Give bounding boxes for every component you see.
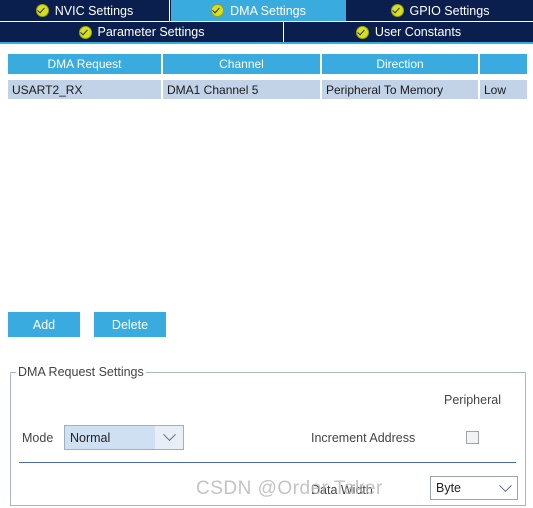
dma-request-table: DMA Request Channel Direction USART2_RX …	[8, 54, 527, 304]
cell-priority: Low	[484, 82, 507, 97]
data-width-select-value: Byte	[436, 481, 462, 495]
tab-user-constants[interactable]: User Constants	[284, 22, 533, 42]
mode-label: Mode	[22, 431, 54, 445]
tabbar-spacer	[0, 44, 533, 54]
tab-nvic-settings[interactable]: NVIC Settings	[0, 0, 170, 21]
cell-dma-request: USART2_RX	[8, 80, 163, 99]
table-header-row: DMA Request Channel Direction	[8, 54, 527, 74]
data-width-label: Data Width	[311, 483, 373, 497]
tab-label: NVIC Settings	[54, 3, 134, 18]
tab-label: GPIO Settings	[409, 3, 490, 18]
chevron-down-icon	[155, 426, 183, 449]
tab-label: User Constants	[374, 25, 462, 39]
tab-label: Parameter Settings	[97, 25, 205, 39]
column-header-priority[interactable]	[480, 54, 527, 74]
cell-direction: Peripheral To Memory	[322, 80, 480, 99]
tab-label: DMA Settings	[230, 3, 306, 18]
increment-address-peripheral-checkbox[interactable]	[466, 431, 479, 444]
mode-select[interactable]: Normal	[64, 425, 184, 450]
check-circle-icon	[390, 4, 404, 17]
add-button[interactable]: Add	[8, 312, 80, 337]
table-body: USART2_RX DMA1 Channel 5 Peripheral To M…	[8, 80, 527, 304]
tab-dma-settings[interactable]: DMA Settings	[170, 0, 347, 21]
check-circle-icon	[211, 4, 225, 17]
settings-tab-bar: NVIC Settings DMA Settings GPIO Settings…	[0, 0, 533, 44]
column-header-channel[interactable]: Channel	[163, 54, 322, 74]
cell-channel: DMA1 Channel 5	[163, 80, 322, 99]
check-circle-icon	[355, 25, 369, 39]
mode-select-value: Normal	[70, 430, 111, 445]
increment-address-label: Increment Address	[311, 431, 416, 445]
peripheral-column-header: Peripheral	[444, 393, 501, 407]
column-header-dma-request[interactable]: DMA Request	[8, 54, 163, 74]
check-circle-icon	[35, 4, 49, 17]
tab-parameter-settings[interactable]: Parameter Settings	[0, 22, 284, 42]
delete-button[interactable]: Delete	[94, 312, 166, 337]
table-action-buttons: Add Delete	[8, 312, 533, 337]
column-header-direction[interactable]: Direction	[322, 54, 480, 74]
tab-gpio-settings[interactable]: GPIO Settings	[347, 0, 533, 21]
table-row[interactable]: USART2_RX DMA1 Channel 5 Peripheral To M…	[8, 80, 527, 99]
check-circle-icon	[78, 25, 92, 39]
data-width-select[interactable]: Byte	[430, 476, 518, 500]
tab-row-primary: NVIC Settings DMA Settings GPIO Settings	[0, 0, 533, 22]
chevron-down-icon	[493, 477, 517, 499]
table-empty-area	[8, 99, 527, 304]
settings-separator	[19, 462, 516, 463]
tab-row-secondary: Parameter Settings User Constants	[0, 22, 533, 44]
